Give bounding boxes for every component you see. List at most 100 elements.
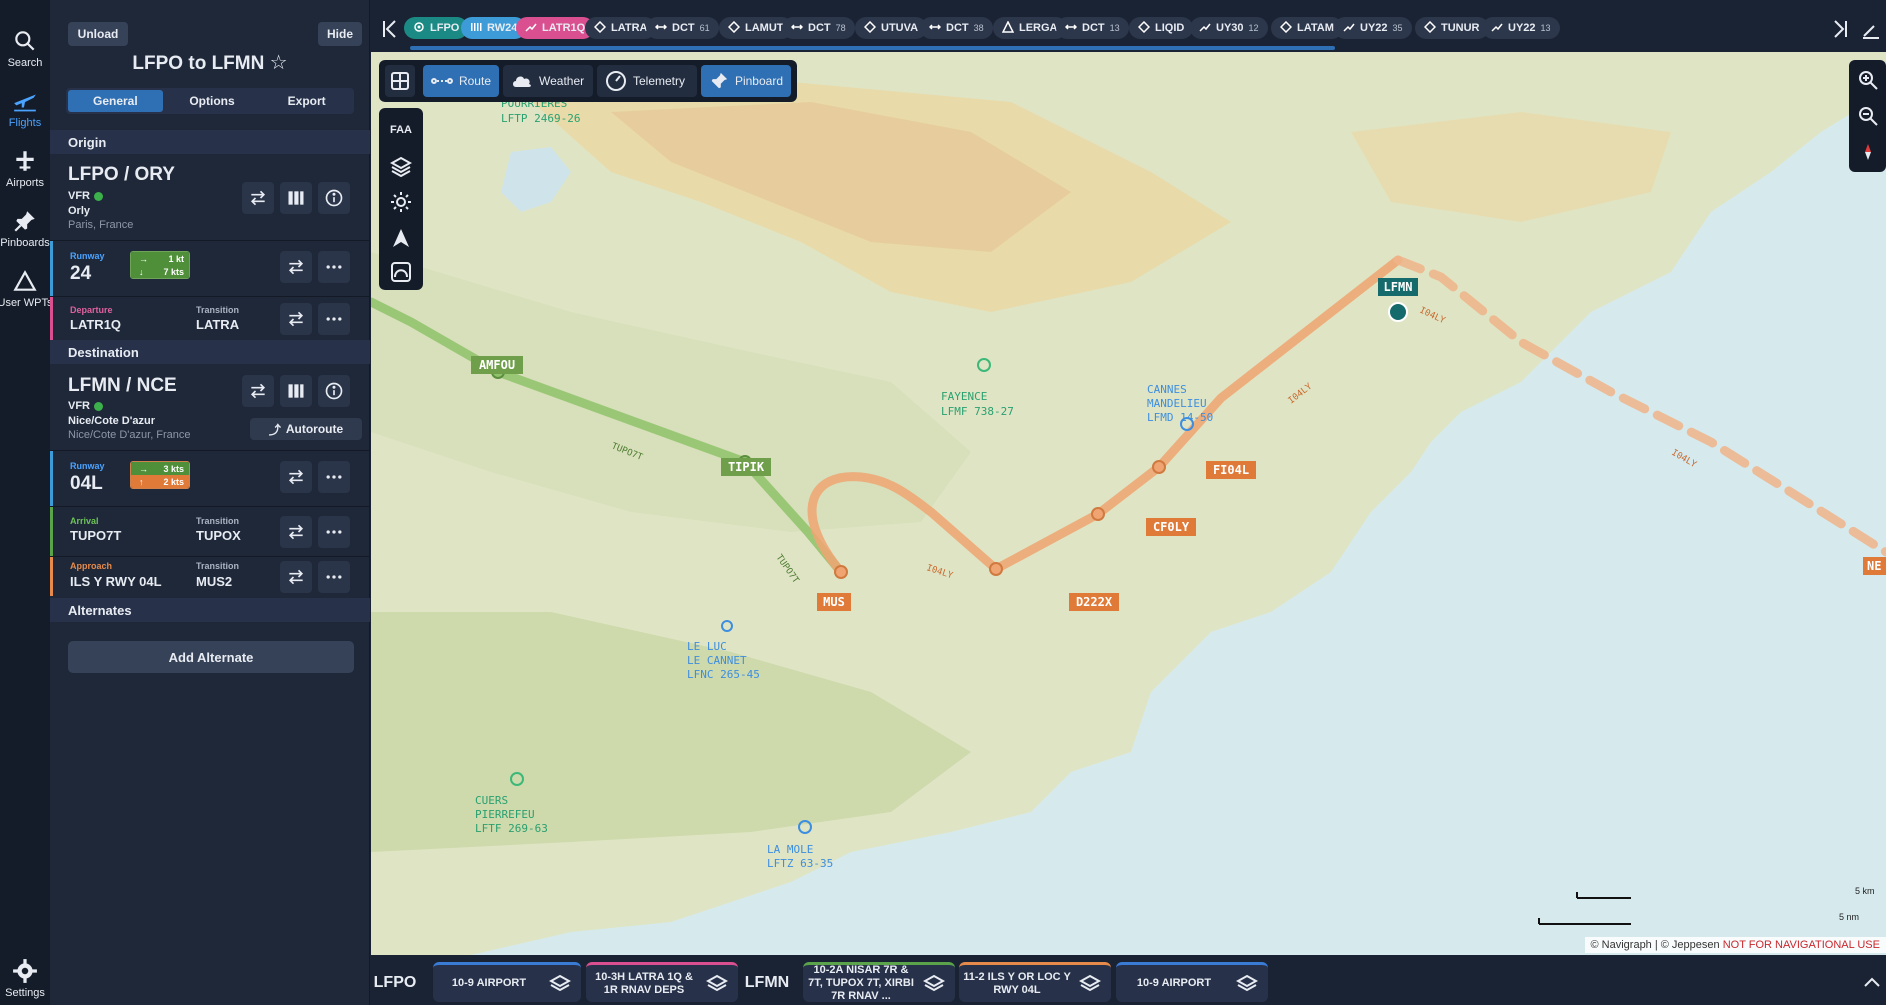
- zoom-in-button[interactable]: [1852, 64, 1884, 96]
- departure-more-button[interactable]: [318, 303, 350, 335]
- label-tipik[interactable]: TIPIK: [721, 458, 771, 476]
- route-chip-distance: 35: [1392, 23, 1403, 33]
- autoroute-button[interactable]: ⤴ Autoroute: [250, 418, 362, 440]
- edit-route-button[interactable]: [1860, 18, 1882, 40]
- waypoint-fi04l[interactable]: [1152, 460, 1166, 474]
- label-cf0ly[interactable]: CF0LY: [1146, 518, 1196, 536]
- rail-search[interactable]: Search: [0, 28, 50, 88]
- route-chip-latr1q[interactable]: LATR1Q: [516, 17, 595, 39]
- chart-tab-4[interactable]: 11-2 ILS Y OR LOC Y RWY 04L: [959, 962, 1111, 1002]
- route-chip-uy30[interactable]: UY30 12: [1190, 17, 1268, 39]
- chart-tab-3[interactable]: 10-2A NISAR 7R & 7T, TUPOX 7T, XIRBI 7R …: [803, 962, 955, 1002]
- faa-button[interactable]: FAA: [385, 114, 417, 146]
- destination-runway-more-button[interactable]: [318, 461, 350, 493]
- route-chip-dct[interactable]: DCT 78: [782, 17, 855, 39]
- label-amfou[interactable]: AMFOU: [471, 356, 523, 374]
- telemetry-toggle[interactable]: Telemetry: [597, 65, 697, 97]
- origin-charts-button[interactable]: [280, 182, 312, 214]
- tab-options[interactable]: Options: [165, 88, 260, 114]
- zoom-out-button[interactable]: [1852, 100, 1884, 132]
- map-view[interactable]: AMFOU TIPIK MUS D222X CF0LY FI04L LFMN N…: [371, 52, 1886, 955]
- route-chip-liqid[interactable]: LIQID: [1129, 17, 1194, 39]
- layers-icon[interactable]: [919, 969, 949, 999]
- origin-wind-badge: → 1 kt ↓ 7 kts: [130, 251, 190, 279]
- route-chip-dct[interactable]: DCT 38: [920, 17, 993, 39]
- unload-button[interactable]: Unload: [68, 22, 128, 46]
- destination-swap-button[interactable]: [242, 375, 274, 407]
- add-alternate-button[interactable]: Add Alternate: [68, 641, 354, 673]
- row-color-bar: [50, 451, 53, 506]
- route-start-button[interactable]: [380, 18, 400, 40]
- destination-charts-button[interactable]: [280, 375, 312, 407]
- expand-chart-bar-button[interactable]: [1858, 965, 1886, 1001]
- destination-airport-tag[interactable]: LFMN: [745, 963, 789, 1003]
- arrow-up-icon: ↑: [139, 476, 144, 487]
- origin-runway-value: 24: [70, 263, 92, 284]
- route-chip-tunur[interactable]: TUNUR: [1415, 17, 1489, 39]
- star-icon[interactable]: ☆: [270, 52, 288, 74]
- triangle-icon: [13, 270, 37, 291]
- label-d222x[interactable]: D222X: [1069, 593, 1119, 611]
- layers-icon[interactable]: [702, 969, 732, 999]
- layers-icon[interactable]: [545, 969, 575, 999]
- approach-swap-button[interactable]: [280, 561, 312, 593]
- rail-flights[interactable]: Flights: [0, 88, 50, 148]
- chart-tab-5[interactable]: 10-9 AIRPORT: [1116, 962, 1268, 1002]
- layers-button[interactable]: [385, 150, 417, 182]
- zoom-out-icon: [1859, 107, 1878, 126]
- label-ne[interactable]: NE: [1863, 557, 1886, 575]
- rail-settings[interactable]: Settings: [0, 958, 50, 1005]
- info-icon: [325, 382, 343, 400]
- more-icon: [326, 530, 342, 534]
- origin-runway-more-button[interactable]: [318, 251, 350, 283]
- brightness-button[interactable]: [385, 186, 417, 218]
- waypoint-cf0ly[interactable]: [1091, 507, 1105, 521]
- chart-tab-2[interactable]: 10-3H LATRA 1Q & 1R RNAV DEPS: [586, 962, 738, 1002]
- layout-button[interactable]: [385, 65, 415, 97]
- layers-icon[interactable]: [1075, 969, 1105, 999]
- layers-icon[interactable]: [1232, 969, 1262, 999]
- rail-airports[interactable]: Airports: [0, 148, 50, 208]
- weather-toggle[interactable]: Weather: [503, 65, 593, 97]
- route-chip-uy22[interactable]: UY22 35: [1334, 17, 1412, 39]
- autoroute-label: Autoroute: [285, 422, 344, 436]
- departure-swap-button[interactable]: [280, 303, 312, 335]
- destination-runway-swap-button[interactable]: [280, 461, 312, 493]
- hide-button[interactable]: Hide: [318, 22, 362, 46]
- label-lfmn[interactable]: LFMN: [1378, 278, 1418, 296]
- origin-runway-swap-button[interactable]: [280, 251, 312, 283]
- waypoint-mus[interactable]: [834, 565, 848, 579]
- route-edit-button[interactable]: [385, 256, 417, 288]
- route-toggle[interactable]: Route: [423, 65, 499, 97]
- rail-pinboards[interactable]: Pinboards: [0, 208, 50, 268]
- origin-info-button[interactable]: [318, 182, 350, 214]
- tab-export[interactable]: Export: [259, 88, 354, 114]
- route-chip-uy22[interactable]: UY22 13: [1482, 17, 1560, 39]
- route-end-button[interactable]: [1830, 18, 1850, 40]
- route-chip-utuva[interactable]: UTUVA: [855, 17, 928, 39]
- airport-label: LFMD 14-50: [1147, 411, 1213, 424]
- pinboard-toggle[interactable]: Pinboard: [701, 65, 791, 97]
- headwind-value: 7 kts: [163, 266, 184, 277]
- label-mus[interactable]: MUS: [817, 593, 851, 611]
- rail-user-wpts[interactable]: User WPTs: [0, 268, 50, 328]
- route-chip-dct[interactable]: DCT 61: [646, 17, 719, 39]
- plane-icon: [14, 94, 36, 112]
- airport-lfmn-symbol[interactable]: [1388, 302, 1408, 322]
- route-chip-dct[interactable]: DCT 13: [1056, 17, 1129, 39]
- row-color-bar: [50, 507, 53, 556]
- compass-button[interactable]: [1852, 136, 1884, 168]
- approach-more-button[interactable]: [318, 561, 350, 593]
- north-up-button[interactable]: [385, 222, 417, 254]
- waypoint-d222x[interactable]: [989, 562, 1003, 576]
- chart-tab-1[interactable]: 10-9 AIRPORT: [433, 962, 581, 1002]
- label-fi04l[interactable]: FI04L: [1206, 461, 1256, 479]
- route-chip-lfpo[interactable]: LFPO: [404, 17, 469, 39]
- tab-general[interactable]: General: [68, 90, 163, 112]
- route-chip-latam[interactable]: LATAM: [1271, 17, 1343, 39]
- arrival-swap-button[interactable]: [280, 516, 312, 548]
- destination-info-button[interactable]: [318, 375, 350, 407]
- origin-swap-button[interactable]: [242, 182, 274, 214]
- arrival-more-button[interactable]: [318, 516, 350, 548]
- origin-airport-tag[interactable]: LFPO: [373, 963, 417, 1003]
